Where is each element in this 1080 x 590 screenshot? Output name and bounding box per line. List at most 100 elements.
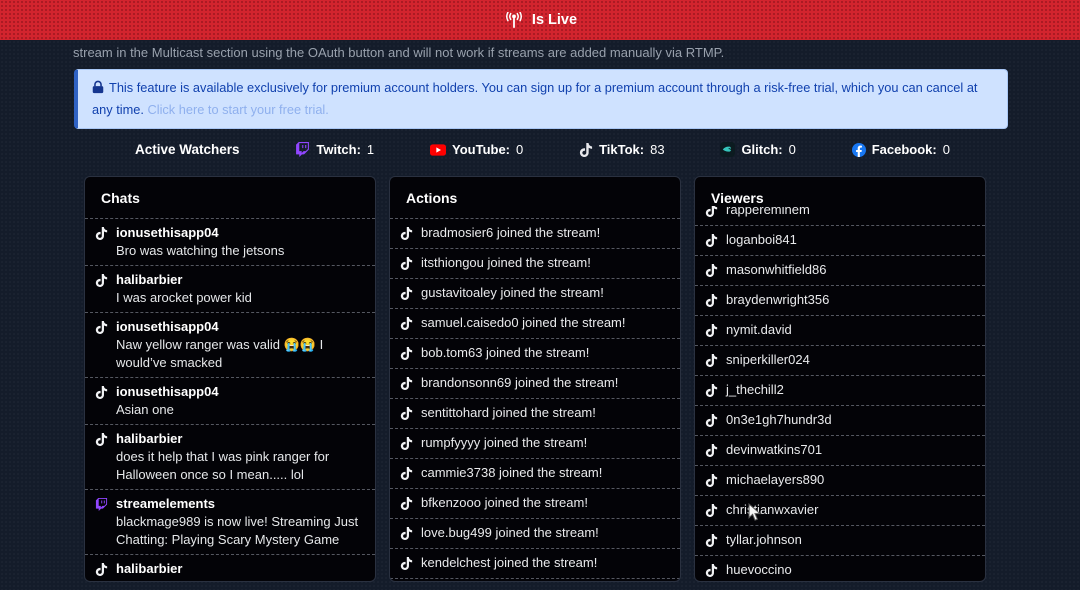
chat-message-row: ionusethisapp04 Naw yellow ranger was va… — [85, 313, 375, 378]
viewer-item: braydenwright356 — [695, 286, 985, 316]
list-item-text: masonwhitfield86 — [726, 261, 826, 279]
chat-username: ionusethisapp04 — [116, 318, 219, 336]
platform-stat-count: 0 — [943, 142, 950, 157]
platform-stat-label: Glitch: — [741, 142, 782, 157]
chats-list[interactable]: ionusethisapp04 Bro was watching the jet… — [85, 219, 375, 581]
chat-message-text: Asian one — [116, 401, 365, 419]
viewer-item: 0n3e1gh7hundr3d — [695, 406, 985, 436]
tiktok-icon — [705, 414, 718, 427]
tiktok-icon — [95, 321, 108, 334]
list-item-text: 0n3e1gh7hundr3d — [726, 411, 832, 429]
chat-message-row: streamelements blackmage989 is now live!… — [85, 490, 375, 555]
action-item: sentittohard joined the stream! — [390, 399, 680, 429]
columns: Chats ionusethisapp04 Bro was watching t… — [84, 176, 986, 582]
tiktok-icon — [95, 563, 108, 576]
tiktok-icon — [400, 557, 413, 570]
chat-message-text: I was arocket power kid — [116, 289, 365, 307]
list-item-text: braydenwright356 — [726, 291, 829, 309]
list-item-text: sentittohard joined the stream! — [421, 404, 596, 422]
viewer-item: devinwatkins701 — [695, 436, 985, 466]
list-item-text: rumpfyyyy joined the stream! — [421, 434, 587, 452]
list-item-text: huevoccino — [726, 561, 792, 579]
tiktok-icon — [705, 294, 718, 307]
platform-stat-count: 0 — [516, 142, 523, 157]
viewer-item: huevoccino — [695, 556, 985, 581]
free-trial-link[interactable]: Click here to start your free trial. — [147, 102, 328, 117]
live-banner: Is Live — [0, 0, 1080, 40]
tiktok-icon — [95, 227, 108, 240]
glitch-icon — [720, 142, 735, 157]
chat-username: halibarbier — [116, 560, 182, 578]
viewer-item: j_thechill2 — [695, 376, 985, 406]
viewers-title: Viewers — [695, 177, 985, 206]
action-item: bob.tom63 joined the stream! — [390, 339, 680, 369]
chats-title: Chats — [85, 177, 375, 219]
action-item: cammie3738 joined the stream! — [390, 459, 680, 489]
list-item-text: kendelchest joined the stream! — [421, 554, 597, 572]
list-item-text: cammie3738 joined the stream! — [421, 464, 602, 482]
live-banner-label: Is Live — [532, 12, 577, 28]
tiktok-icon — [400, 287, 413, 300]
stats-bar: Active Watchers Twitch: 1 YouTube: 0 Tik… — [135, 142, 950, 157]
list-item-text: nymit.david — [726, 321, 792, 339]
viewer-item: masonwhitfield86 — [695, 256, 985, 286]
list-item-text: brandonsonn69 joined the stream! — [421, 374, 618, 392]
tiktok-icon — [400, 317, 413, 330]
tiktok-icon — [705, 564, 718, 577]
action-item: kendelchest joined the stream! — [390, 549, 680, 579]
list-item-text: devinwatkins701 — [726, 441, 822, 459]
chat-message-row: halibarbier I was arocket power kid — [85, 266, 375, 313]
actions-title: Actions — [390, 177, 680, 219]
list-item-text: rappereminem — [726, 206, 810, 219]
chat-message-text: blackmage989 is now live! Streaming Just… — [116, 513, 365, 549]
list-item-text: tyllar.johnson — [726, 531, 802, 549]
tiktok-icon — [95, 386, 108, 399]
facebook-icon — [852, 143, 866, 157]
action-item: rumpfyyyy joined the stream! — [390, 429, 680, 459]
viewer-item: rappereminem — [695, 206, 985, 226]
chat-username: ionusethisapp04 — [116, 224, 219, 242]
actions-panel: Actions bradmosier6 joined the stream! i… — [389, 176, 681, 582]
tiktok-icon — [95, 433, 108, 446]
chats-panel: Chats ionusethisapp04 Bro was watching t… — [84, 176, 376, 582]
tiktok-icon — [705, 234, 718, 247]
chat-message-row: ionusethisapp04 Asian one — [85, 378, 375, 425]
tiktok-icon — [705, 534, 718, 547]
twitch-icon — [95, 498, 108, 511]
chat-message-row: ionusethisapp04 Bro was watching the jet… — [85, 219, 375, 266]
active-watchers-label: Active Watchers — [135, 142, 240, 157]
list-item-text: bradmosier6 joined the stream! — [421, 224, 600, 242]
platform-stat-label: YouTube: — [452, 142, 510, 157]
chat-message-text: does it help that I was pink ranger for … — [116, 448, 365, 484]
tiktok-icon — [705, 264, 718, 277]
platform-stat-label: TikTok: — [599, 142, 644, 157]
platform-stat-count: 0 — [789, 142, 796, 157]
tiktok-icon — [400, 437, 413, 450]
tiktok-icon — [705, 444, 718, 457]
viewers-list[interactable]: rappereminem loganboi841 masonwhitfield8… — [695, 206, 985, 581]
platform-stat: TikTok: 83 — [579, 142, 665, 157]
chat-message-row: halibarbier does it help that I was pink… — [85, 425, 375, 490]
action-item: love.bug499 joined the stream! — [390, 519, 680, 549]
list-item-text: gustavitoaley joined the stream! — [421, 284, 604, 302]
platform-stat-label: Facebook: — [872, 142, 937, 157]
tiktok-icon — [95, 274, 108, 287]
tiktok-icon — [579, 143, 593, 157]
tiktok-icon — [705, 324, 718, 337]
platform-stat: YouTube: 0 — [430, 142, 523, 157]
youtube-icon — [430, 144, 446, 156]
actions-list[interactable]: bradmosier6 joined the stream! itsthiong… — [390, 219, 680, 581]
chat-message-text: Bro was watching the jetsons — [116, 242, 365, 260]
dashboard-page: Is Live stream in the Multicast section … — [0, 0, 1080, 590]
platform-stat-label: Twitch: — [316, 142, 361, 157]
chat-username: halibarbier — [116, 271, 182, 289]
tiktok-icon — [705, 474, 718, 487]
list-item-text: samuel.caisedo0 joined the stream! — [421, 314, 626, 332]
chat-username: halibarbier — [116, 430, 182, 448]
chat-username: streamelements — [116, 495, 215, 513]
platform-stat: Facebook: 0 — [852, 142, 950, 157]
intro-text: stream in the Multicast section using th… — [73, 44, 1080, 61]
viewer-item: sniperkiller024 — [695, 346, 985, 376]
list-item-text: michaelayers890 — [726, 471, 824, 489]
action-item: samuel.caisedo0 joined the stream! — [390, 309, 680, 339]
